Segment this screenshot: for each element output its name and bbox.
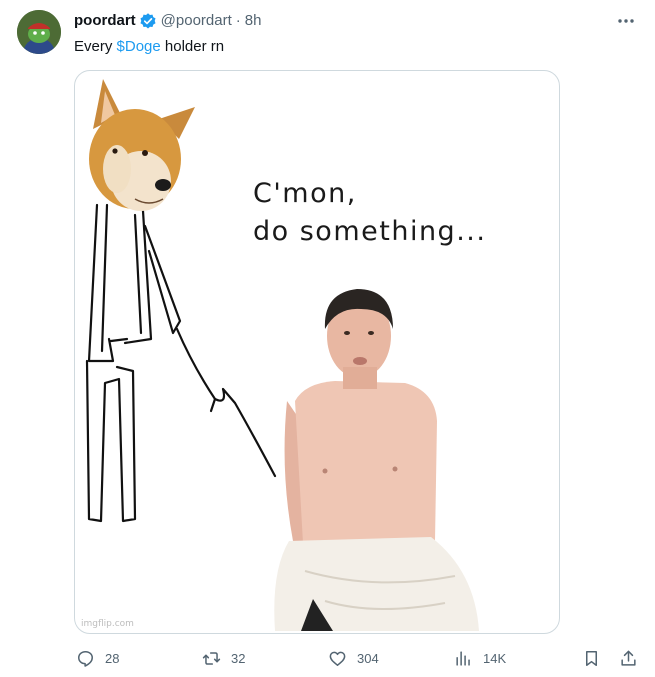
tweet-header: poordart @poordart · 8h xyxy=(74,11,261,31)
share-icon xyxy=(621,650,636,666)
avatar-image xyxy=(17,10,61,54)
views-count: 14K xyxy=(483,650,507,666)
retweet-icon xyxy=(202,651,221,665)
avatar[interactable] xyxy=(17,10,61,54)
separator-dot: · xyxy=(235,12,241,29)
more-icon[interactable] xyxy=(615,12,637,30)
reply-count: 28 xyxy=(105,650,120,666)
views-icon xyxy=(456,650,470,666)
tweet-text-start: Every xyxy=(74,38,117,55)
action-bar: 28 32 304 14K xyxy=(74,644,642,672)
stick-figure xyxy=(85,203,277,523)
retweet-count: 32 xyxy=(231,650,246,666)
tweet-text: Every $Doge holder rn xyxy=(74,37,224,57)
share-button[interactable] xyxy=(619,644,638,672)
timestamp[interactable]: 8h xyxy=(245,11,262,31)
meme-caption: C'mon, do something... xyxy=(253,178,487,247)
like-button[interactable]: 304 xyxy=(328,644,379,672)
cashtag-link[interactable]: $Doge xyxy=(117,38,161,55)
bookmark-button[interactable] xyxy=(582,644,601,672)
reply-icon xyxy=(78,650,93,667)
retweet-button[interactable]: 32 xyxy=(202,644,245,672)
watermark: imgflip.com xyxy=(81,619,134,629)
doge-head xyxy=(89,79,195,211)
meme-image xyxy=(85,79,479,631)
views-button[interactable]: 14K xyxy=(454,644,506,672)
verified-badge-icon xyxy=(139,12,157,30)
man-figure xyxy=(274,289,479,631)
tweet-media[interactable]: C'mon, do something... imgflip.com xyxy=(74,70,560,634)
tweet-text-end: holder rn xyxy=(160,38,225,55)
like-count: 304 xyxy=(357,650,379,666)
handle[interactable]: @poordart xyxy=(161,11,232,31)
tweet[interactable]: poordart @poordart · 8h Every $Doge hold… xyxy=(0,0,655,677)
bookmark-icon xyxy=(585,650,598,666)
heart-icon xyxy=(329,651,346,666)
display-name[interactable]: poordart xyxy=(74,11,136,31)
reply-button[interactable]: 28 xyxy=(76,644,119,672)
